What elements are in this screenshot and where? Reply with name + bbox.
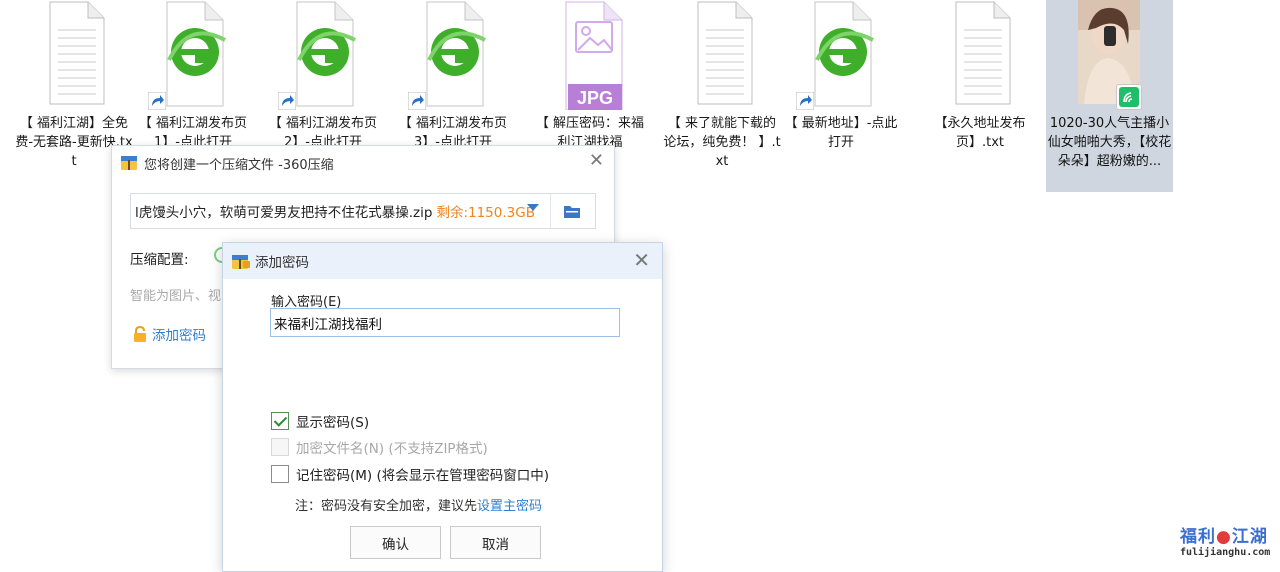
show-password-checkbox-row[interactable]: 显示密码(S) — [271, 411, 369, 431]
desktop-file-8[interactable]: 1020-30人气主播小仙女啪啪大秀，【校花朵朵】超粉嫩的... — [1046, 0, 1173, 192]
encrypt-filename-checkbox — [271, 438, 289, 456]
divider — [550, 194, 551, 228]
cancel-button[interactable]: 取消 — [450, 526, 541, 559]
zip-dialog-title: 您将创建一个压缩文件 -360压缩 — [144, 157, 334, 173]
show-password-label: 显示密码(S) — [296, 415, 370, 431]
zip-file-name: l虎馒头小穴，软萌可爱男友把持不住花式暴操.zip — [135, 205, 433, 221]
text-file-icon — [49, 1, 105, 105]
file-label: 【 来了就能下载的论坛，纯免费！ 】.txt — [663, 116, 781, 169]
watermark-url: fulijianghu.com — [1180, 547, 1271, 558]
desktop: 【 福利江湖】全免费-无套路-更新快.txt 【 福利江湖发布页1】-点此打开 … — [0, 0, 1280, 572]
shortcut-arrow-icon — [796, 92, 814, 110]
add-password-dialog: 添加密码 ✕ 输入密码(E) 显示密码(S) 加密文件名(N) (不支持ZIP格… — [222, 242, 663, 572]
file-label: 【 最新地址】-点此打开 — [784, 116, 898, 150]
site-watermark: 福利●江湖 fulijianghu.com — [1180, 522, 1272, 566]
zip-app-icon — [121, 156, 137, 170]
zip-hint-text: 智能为图片、视 — [130, 289, 222, 304]
shortcut-arrow-icon — [408, 92, 426, 110]
text-file-icon — [955, 1, 1011, 105]
chevron-down-icon[interactable] — [527, 204, 539, 211]
zip-dialog-titlebar[interactable]: 您将创建一个压缩文件 -360压缩 ✕ — [112, 146, 614, 180]
set-master-password-link[interactable]: 设置主密码 — [477, 499, 542, 514]
watermark-title-b: 江湖 — [1231, 527, 1268, 547]
zip-path-field[interactable]: l虎馒头小穴，软萌可爱男友把持不住花式暴操.zip 剩余:1150.3GB — [130, 193, 596, 229]
shortcut-arrow-icon — [278, 92, 296, 110]
free-space-text: 剩余:1150.3GB — [436, 205, 535, 221]
confirm-button[interactable]: 确认 — [350, 526, 441, 559]
security-note: 注：密码没有安全加密，建议先设置主密码 — [295, 495, 542, 514]
ie-shortcut-icon — [296, 1, 356, 107]
shortcut-arrow-icon — [148, 92, 166, 110]
watermark-title: 福利●江湖 — [1180, 522, 1272, 547]
text-file-icon — [697, 1, 753, 105]
desktop-file-6[interactable]: 【 最新地址】-点此打开 — [782, 0, 900, 192]
add-password-link[interactable]: 添加密码 — [132, 324, 206, 344]
remember-password-checkbox[interactable] — [271, 465, 289, 483]
desktop-file-5[interactable]: 【 来了就能下载的论坛，纯免费！ 】.txt — [663, 0, 781, 192]
password-input[interactable] — [270, 308, 620, 337]
live-badge-icon — [1116, 84, 1142, 110]
close-icon[interactable]: ✕ — [589, 151, 604, 171]
jpg-file-icon: JPG — [565, 1, 623, 110]
ie-shortcut-icon — [814, 1, 874, 107]
ie-shortcut-icon — [426, 1, 486, 107]
watermark-title-a: 福利 — [1180, 527, 1216, 547]
pw-dialog-title: 添加密码 — [255, 255, 309, 271]
zip-config-label: 压缩配置: — [130, 252, 189, 268]
file-label: 【永久地址发布页】.txt — [934, 116, 1026, 150]
encrypt-filename-checkbox-row: 加密文件名(N) (不支持ZIP格式) — [271, 437, 488, 457]
show-password-checkbox[interactable] — [271, 412, 289, 430]
folder-browse-icon[interactable] — [563, 204, 581, 219]
remember-password-checkbox-row[interactable]: 记住密码(M) (将会显示在管理密码窗口中) — [271, 464, 549, 484]
desktop-file-7[interactable]: 【永久地址发布页】.txt — [921, 0, 1039, 192]
lock-icon — [134, 325, 146, 342]
mouse-logo-icon: ● — [1216, 527, 1232, 547]
jpg-thumb-text: JPG — [577, 88, 613, 108]
add-password-label: 添加密码 — [152, 328, 206, 344]
pw-dialog-titlebar[interactable]: 添加密码 ✕ — [223, 243, 662, 279]
close-icon[interactable]: ✕ — [633, 249, 650, 271]
zip-app-icon — [232, 255, 250, 269]
ie-shortcut-icon — [166, 1, 226, 107]
file-label: 1020-30人气主播小仙女啪啪大秀，【校花朵朵】超粉嫩的... — [1047, 116, 1172, 169]
encrypt-filename-label: 加密文件名(N) (不支持ZIP格式) — [296, 441, 488, 457]
note-text: 注：密码没有安全加密，建议先 — [295, 499, 478, 514]
remember-password-label: 记住密码(M) (将会显示在管理密码窗口中) — [296, 468, 550, 484]
